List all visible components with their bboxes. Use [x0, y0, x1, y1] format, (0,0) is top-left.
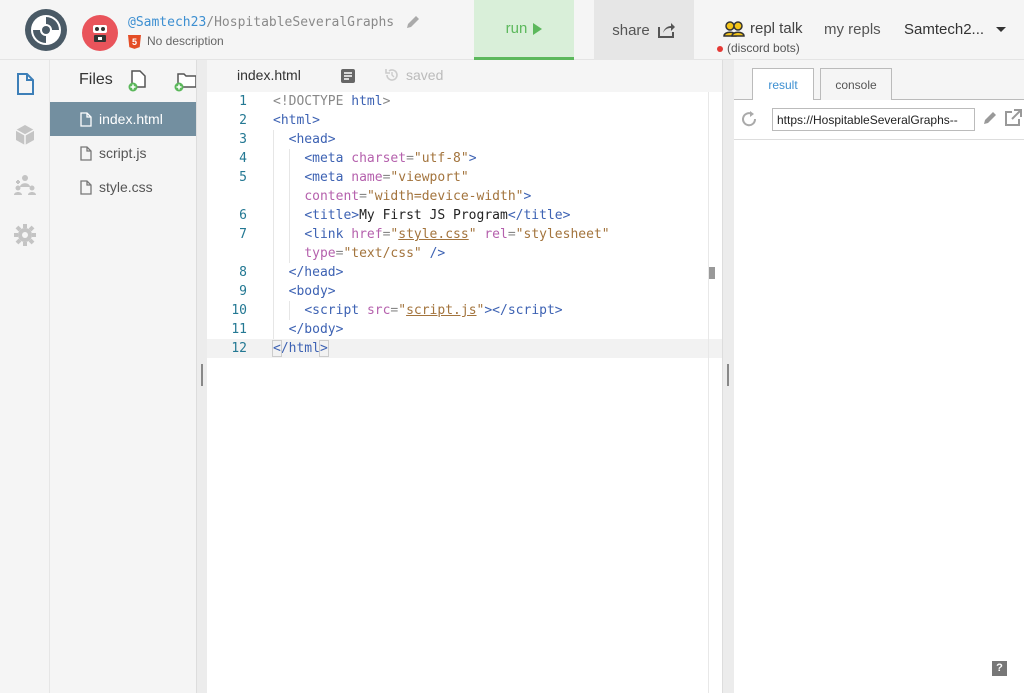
line-number: 9	[239, 284, 247, 299]
edit-url-icon[interactable]	[982, 110, 998, 126]
repl-separator: /	[206, 15, 215, 30]
add-file-icon[interactable]	[128, 70, 148, 92]
line-number: 11	[231, 322, 247, 337]
file-item-script-js[interactable]: script.js	[50, 136, 196, 170]
notification-dot-icon	[717, 45, 723, 52]
open-new-tab-icon[interactable]	[1004, 109, 1022, 127]
line-number: 3	[239, 132, 247, 147]
repl-description[interactable]: 5 No description	[128, 34, 224, 49]
repl-title[interactable]: @Samtech23/HospitableSeveralGraphs	[128, 15, 394, 30]
edit-pencil-icon[interactable]	[405, 14, 421, 30]
line-number: 10	[231, 303, 247, 318]
repl-avatar[interactable]	[82, 15, 118, 51]
tab-console[interactable]: console	[820, 68, 892, 100]
repl-talk-label: repl talk	[750, 20, 803, 37]
code-line[interactable]: content="width=device-width">	[207, 187, 722, 206]
description-text: No description	[147, 34, 224, 48]
user-menu[interactable]: Samtech2...	[904, 21, 1007, 38]
code-line[interactable]: 6 <title>My First JS Program</title>	[207, 206, 722, 225]
result-tab-bar: result console	[734, 60, 1024, 101]
robot-icon	[93, 25, 107, 42]
code-line[interactable]: 4 <meta charset="utf-8">	[207, 149, 722, 168]
code-line[interactable]: 3 <head>	[207, 130, 722, 149]
play-icon	[533, 22, 543, 35]
file-item-index-html[interactable]: index.html	[50, 102, 196, 136]
run-button[interactable]: run	[474, 0, 574, 60]
repl-talk-link[interactable]: repl talk	[723, 20, 803, 37]
editor-result-splitter[interactable]	[722, 60, 734, 693]
people-icon	[723, 20, 745, 37]
discord-label: (discord bots)	[727, 41, 800, 55]
share-button[interactable]: share	[594, 0, 694, 60]
editor-tab-index-html[interactable]: index.html	[237, 67, 301, 83]
activity-sidebar	[0, 60, 50, 693]
editor-tab-bar: index.html saved	[207, 60, 722, 92]
file-icon	[80, 111, 92, 127]
code-line[interactable]: 8 </head>	[207, 263, 722, 282]
code-line[interactable]: type="text/css" />	[207, 244, 722, 263]
caret-down-icon	[996, 27, 1007, 32]
line-number: 6	[239, 208, 247, 223]
add-folder-icon[interactable]	[174, 70, 196, 92]
code-line-current[interactable]: 12 </html>	[207, 339, 722, 358]
files-icon[interactable]	[13, 72, 37, 96]
result-panel: result console	[734, 60, 1024, 693]
line-number: 7	[239, 227, 247, 242]
repl-name[interactable]: HospitableSeveralGraphs	[214, 15, 394, 30]
line-number: 8	[239, 265, 247, 280]
run-label: run	[505, 20, 528, 37]
editor-ruler	[708, 92, 709, 693]
line-number: 12	[231, 341, 247, 356]
html5-icon: 5	[128, 34, 141, 49]
history-icon	[385, 69, 398, 81]
tab-result[interactable]: result	[752, 68, 814, 101]
files-title: Files	[79, 71, 113, 88]
code-line[interactable]: 9 <body>	[207, 282, 722, 301]
preview-url-input[interactable]	[772, 108, 975, 131]
repl-owner[interactable]: @Samtech23	[128, 15, 206, 30]
settings-gear-icon[interactable]	[13, 223, 37, 247]
repl-logo-icon[interactable]	[24, 8, 68, 52]
code-line[interactable]: 1 <!DOCTYPE html>	[207, 92, 722, 111]
code-line[interactable]: 2 <html>	[207, 111, 722, 130]
preview-url-bar	[734, 100, 1024, 140]
my-repls-link[interactable]: my repls	[824, 21, 881, 38]
files-editor-splitter[interactable]	[196, 60, 207, 693]
code-area[interactable]: 1 <!DOCTYPE html> 2 <html> 3 <head> 4 <met…	[207, 92, 722, 358]
help-button[interactable]: ?	[992, 661, 1007, 676]
editor-scrollbar-thumb[interactable]	[709, 267, 715, 279]
line-number: 4	[239, 151, 247, 166]
file-name: index.html	[99, 111, 163, 127]
file-name: script.js	[99, 145, 147, 161]
file-name: style.css	[99, 179, 153, 195]
packages-icon[interactable]	[13, 123, 37, 147]
line-number: 5	[239, 170, 247, 185]
line-number: 2	[239, 113, 247, 128]
saved-label: saved	[406, 67, 444, 83]
format-code-icon[interactable]	[340, 68, 356, 84]
file-item-style-css[interactable]: style.css	[50, 170, 196, 204]
code-line[interactable]: 10 <script src="script.js"></script>	[207, 301, 722, 320]
refresh-icon[interactable]	[740, 110, 758, 128]
discord-bots-notice[interactable]: (discord bots)	[717, 41, 800, 55]
file-icon	[80, 179, 92, 195]
save-status: saved	[384, 67, 443, 83]
line-number: 1	[239, 94, 247, 109]
file-icon	[80, 145, 92, 161]
files-panel: Files index.html script.js style.css	[50, 60, 196, 693]
code-editor[interactable]: index.html saved 1 <!DOCTYPE html> 2 <html…	[207, 60, 722, 693]
splitter-grip[interactable]	[727, 364, 729, 386]
code-line[interactable]: 11 </body>	[207, 320, 722, 339]
top-bar: @Samtech23/HospitableSeveralGraphs 5 No d…	[0, 0, 1024, 60]
multiplayer-icon[interactable]	[13, 173, 37, 197]
code-line[interactable]: 5 <meta name="viewport"	[207, 168, 722, 187]
username: Samtech2...	[904, 21, 985, 38]
share-label: share	[612, 21, 650, 39]
splitter-grip[interactable]	[201, 364, 203, 386]
code-line[interactable]: 7 <link href="style.css" rel="stylesheet…	[207, 225, 722, 244]
share-icon	[657, 23, 675, 38]
